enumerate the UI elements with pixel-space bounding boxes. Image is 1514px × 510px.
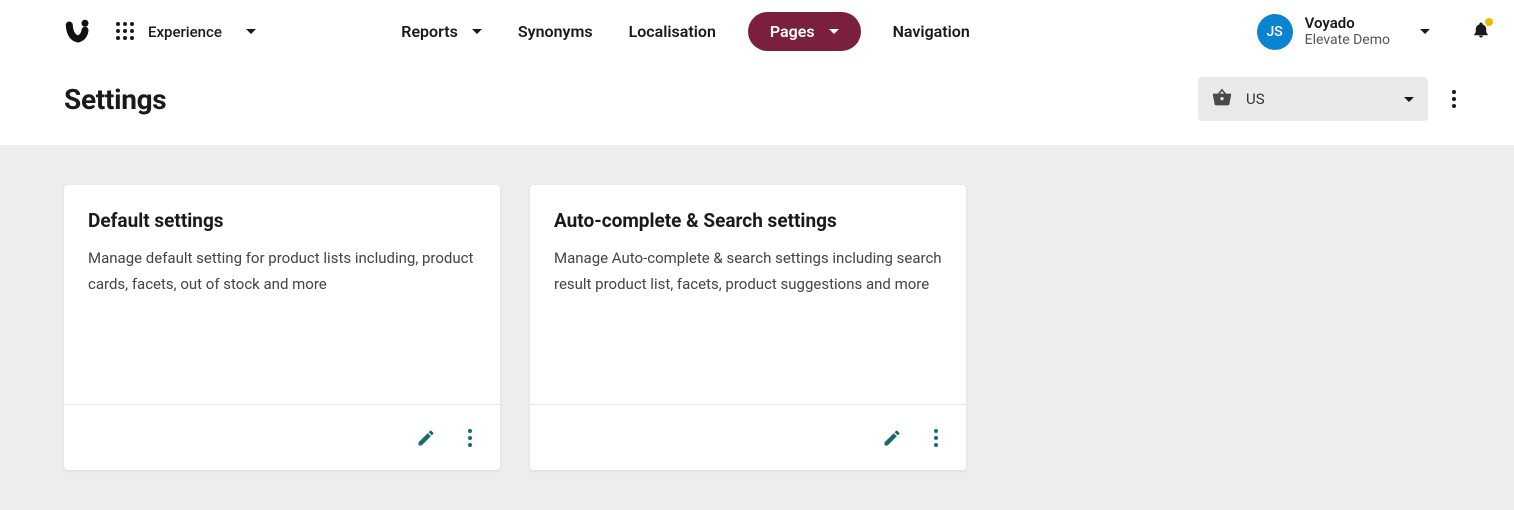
nav-item-pages[interactable]: Pages	[748, 12, 861, 51]
pencil-icon	[882, 428, 902, 448]
nav-item-localisation[interactable]: Localisation	[625, 14, 720, 49]
sub-header: Settings US	[0, 63, 1514, 145]
apps-grid-icon[interactable]	[116, 22, 136, 42]
chevron-down-icon	[472, 29, 482, 34]
content-area: Default settings Manage default setting …	[0, 145, 1514, 510]
nav-item-synonyms[interactable]: Synonyms	[514, 14, 597, 49]
page-title: Settings	[64, 83, 166, 116]
main-nav: Reports Synonyms Localisation Pages Navi…	[397, 12, 974, 51]
user-subtitle: Elevate Demo	[1305, 32, 1390, 49]
notifications-button[interactable]	[1472, 20, 1490, 44]
nav-item-reports[interactable]: Reports	[397, 14, 486, 49]
workspace-dropdown[interactable]: Experience	[148, 23, 256, 41]
page-more-menu[interactable]	[1442, 82, 1466, 116]
top-bar: Experience Reports Synonyms Localisation…	[0, 0, 1514, 63]
user-menu[interactable]: JS Voyado Elevate Demo	[1257, 14, 1490, 50]
card-more-menu[interactable]	[458, 421, 482, 455]
pencil-icon	[416, 428, 436, 448]
card-title: Default settings	[88, 209, 476, 232]
card-title: Auto-complete & Search settings	[554, 209, 942, 232]
chevron-down-icon	[1404, 97, 1414, 102]
card-description: Manage default setting for product lists…	[88, 246, 476, 297]
nav-item-navigation[interactable]: Navigation	[889, 14, 974, 49]
card-more-menu[interactable]	[924, 421, 948, 455]
locale-selector[interactable]: US	[1198, 77, 1428, 121]
notification-dot-icon	[1485, 18, 1493, 26]
edit-button[interactable]	[410, 422, 442, 454]
avatar: JS	[1257, 14, 1293, 50]
user-name: Voyado	[1305, 14, 1390, 32]
locale-label: US	[1246, 90, 1390, 108]
card-default-settings[interactable]: Default settings Manage default setting …	[64, 185, 500, 470]
chevron-down-icon	[246, 29, 256, 34]
edit-button[interactable]	[876, 422, 908, 454]
card-autocomplete-search-settings[interactable]: Auto-complete & Search settings Manage A…	[530, 185, 966, 470]
chevron-down-icon	[829, 29, 839, 34]
chevron-down-icon	[1420, 29, 1430, 34]
card-description: Manage Auto-complete & search settings i…	[554, 246, 942, 297]
brand-logo[interactable]	[64, 18, 92, 46]
basket-icon	[1212, 88, 1232, 110]
workspace-label: Experience	[148, 23, 222, 41]
